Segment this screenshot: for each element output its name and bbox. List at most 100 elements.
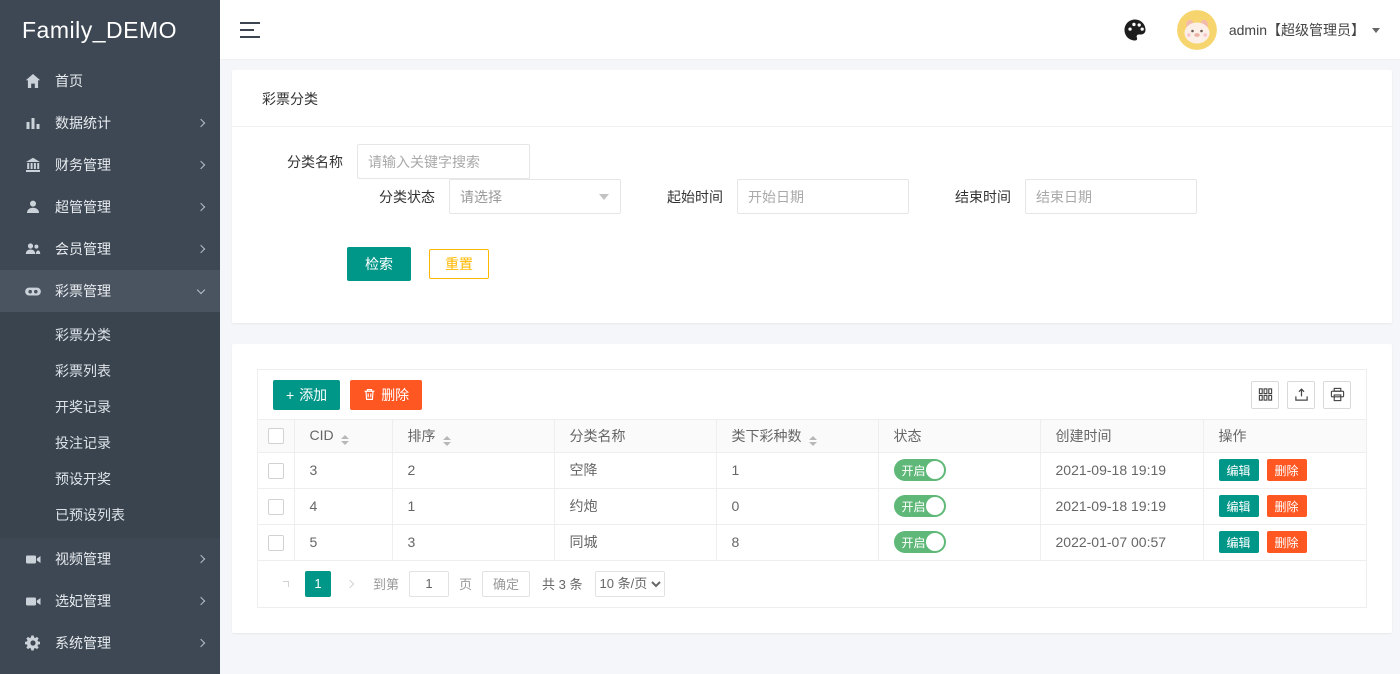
goto-suffix: 页 <box>459 574 472 593</box>
submenu-item-draw-records[interactable]: 开奖记录 <box>0 389 220 425</box>
user-icon <box>24 198 42 216</box>
sort-icon[interactable] <box>341 435 349 445</box>
add-button[interactable]: + 添加 <box>273 380 340 410</box>
edit-button[interactable]: 编辑 <box>1219 531 1259 553</box>
row-checkbox[interactable] <box>268 499 284 515</box>
goto-page-input[interactable] <box>409 571 449 597</box>
filter-form: 分类名称 分类状态 请选择 起始时间 <box>232 127 1392 323</box>
topbar: admin【超级管理员】 <box>220 0 1400 60</box>
export-icon <box>1294 387 1309 402</box>
print-icon <box>1330 387 1345 402</box>
submenu-item-lottery-list[interactable]: 彩票列表 <box>0 353 220 389</box>
sidebar-item-members[interactable]: 会员管理 <box>0 228 220 270</box>
end-date-input[interactable] <box>1025 179 1197 214</box>
sidebar-item-label: 首页 <box>55 71 204 91</box>
theme-palette-icon[interactable] <box>1123 18 1147 42</box>
start-time-label: 起始时间 <box>663 187 723 207</box>
sidebar-item-concubine[interactable]: 选妃管理 <box>0 580 220 622</box>
sidebar-item-lottery[interactable]: 彩票管理 <box>0 270 220 312</box>
table-card: + 添加 删除 <box>232 344 1392 633</box>
sidebar-item-label: 彩票管理 <box>55 281 198 301</box>
reset-button[interactable]: 重置 <box>429 249 489 279</box>
row-delete-button[interactable]: 删除 <box>1267 459 1307 481</box>
sidebar-item-home[interactable]: 首页 <box>0 60 220 102</box>
gamepad-icon <box>24 282 42 300</box>
edit-button[interactable]: 编辑 <box>1219 459 1259 481</box>
menu-fold-icon[interactable] <box>240 22 262 38</box>
caret-down-icon <box>1372 28 1380 33</box>
sort-icon[interactable] <box>443 436 451 446</box>
status-toggle[interactable]: 开启 <box>894 459 946 481</box>
goto-confirm-button[interactable]: 确定 <box>482 571 530 597</box>
column-header-cid: CID <box>310 427 334 443</box>
avatar[interactable] <box>1177 10 1217 50</box>
select-all-checkbox[interactable] <box>268 428 284 444</box>
chevron-right-icon <box>197 161 205 169</box>
prev-page-button[interactable] <box>273 571 299 597</box>
sidebar-item-finance[interactable]: 财务管理 <box>0 144 220 186</box>
submenu-item-lottery-category[interactable]: 彩票分类 <box>0 317 220 353</box>
trash-icon <box>363 388 376 401</box>
sidebar-item-label: 视频管理 <box>55 549 198 569</box>
video-icon <box>24 592 42 610</box>
edit-button[interactable]: 编辑 <box>1219 495 1259 517</box>
chevron-right-icon <box>197 245 205 253</box>
cell-count: 0 <box>716 488 878 524</box>
row-delete-button[interactable]: 删除 <box>1267 531 1307 553</box>
table-header-row: CID 排序 分类名称 类下彩种数 状态 创建时间 操作 <box>258 420 1366 452</box>
goto-prefix: 到第 <box>373 574 399 593</box>
column-header-sort: 排序 <box>408 428 436 444</box>
status-toggle[interactable]: 开启 <box>894 495 946 517</box>
sidebar-item-system[interactable]: 系统管理 <box>0 622 220 664</box>
submenu-item-bet-records[interactable]: 投注记录 <box>0 425 220 461</box>
row-checkbox[interactable] <box>268 535 284 551</box>
cell-created: 2021-09-18 19:19 <box>1040 488 1203 524</box>
start-date-input[interactable] <box>737 179 909 214</box>
cell-count: 1 <box>716 452 878 488</box>
sidebar-item-label: 超管管理 <box>55 197 198 217</box>
submenu-item-preset-draw[interactable]: 预设开奖 <box>0 461 220 497</box>
user-menu[interactable]: admin【超级管理员】 <box>1229 20 1380 40</box>
users-icon <box>24 240 42 258</box>
chevron-right-icon <box>197 203 205 211</box>
bank-icon <box>24 156 42 174</box>
cell-cid: 4 <box>294 488 392 524</box>
cell-cid: 3 <box>294 452 392 488</box>
columns-filter-button[interactable] <box>1251 381 1279 409</box>
table-toolbar: + 添加 删除 <box>258 370 1366 420</box>
plus-icon: + <box>286 387 294 403</box>
chevron-right-icon <box>197 555 205 563</box>
sidebar: Family_DEMO 首页 数据统计 财务管理 超管管 <box>0 0 220 674</box>
column-header-name: 分类名称 <box>570 428 626 444</box>
sidebar-item-admins[interactable]: 超管管理 <box>0 186 220 228</box>
select-caret-icon <box>599 194 609 200</box>
sidebar-item-stats[interactable]: 数据统计 <box>0 102 220 144</box>
video-icon <box>24 550 42 568</box>
pagination: 1 到第 页 确定 共 3 条 10 条/页 <box>258 561 1366 607</box>
delete-button[interactable]: 删除 <box>350 380 422 410</box>
sidebar-item-label: 会员管理 <box>55 239 198 259</box>
column-header-actions: 操作 <box>1219 428 1247 444</box>
search-button[interactable]: 检索 <box>347 247 411 281</box>
chevron-down-icon <box>197 285 205 293</box>
export-button[interactable] <box>1287 381 1315 409</box>
sort-icon[interactable] <box>809 436 817 446</box>
row-checkbox[interactable] <box>268 463 284 479</box>
current-page-button[interactable]: 1 <box>305 571 331 597</box>
cell-created: 2021-09-18 19:19 <box>1040 452 1203 488</box>
total-count: 共 3 条 <box>542 574 582 593</box>
submenu-item-preset-list[interactable]: 已预设列表 <box>0 497 220 533</box>
sidebar-item-video[interactable]: 视频管理 <box>0 538 220 580</box>
print-button[interactable] <box>1323 381 1351 409</box>
status-toggle[interactable]: 开启 <box>894 531 946 553</box>
sidebar-item-label: 财务管理 <box>55 155 198 175</box>
row-delete-button[interactable]: 删除 <box>1267 495 1307 517</box>
category-status-select[interactable]: 请选择 <box>449 179 621 214</box>
chevron-right-icon <box>197 639 205 647</box>
next-page-button[interactable] <box>337 571 363 597</box>
category-name-input[interactable] <box>357 144 530 179</box>
filter-card: 彩票分类 分类名称 分类状态 请选择 起始时间 <box>232 70 1392 323</box>
column-header-count: 类下彩种数 <box>732 428 802 444</box>
content: 彩票分类 分类名称 分类状态 请选择 起始时间 <box>220 60 1400 674</box>
page-size-select[interactable]: 10 条/页 <box>595 571 665 597</box>
